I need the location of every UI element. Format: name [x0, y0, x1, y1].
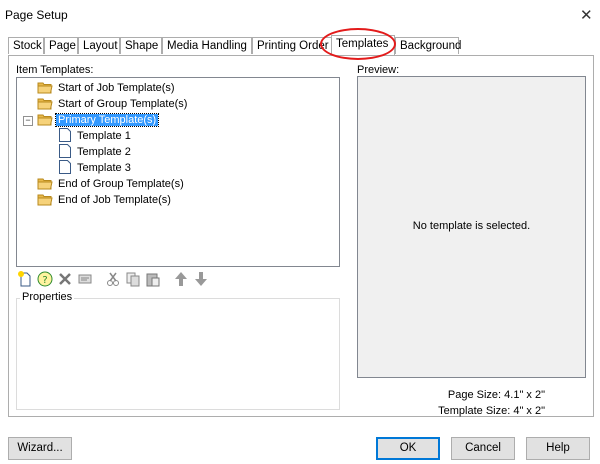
paste-icon[interactable] — [144, 270, 162, 288]
tree-node-end-of-group[interactable]: End of Group Template(s) — [37, 176, 186, 192]
preview-message: No template is selected. — [412, 220, 531, 232]
folder-icon — [37, 98, 53, 110]
folder-open-icon — [37, 114, 53, 126]
collapse-expander-icon[interactable]: − — [23, 116, 33, 126]
close-button[interactable]: ✕ — [580, 6, 593, 24]
tree-node-template-1[interactable]: Template 1 — [59, 128, 133, 144]
preview-label: Preview: — [357, 64, 400, 76]
tree-node-template-2[interactable]: Template 2 — [59, 144, 133, 160]
tab-stock[interactable]: Stock — [8, 37, 44, 54]
cut-icon[interactable] — [104, 270, 122, 288]
page-size-text: Page Size: 4.1" x 2" — [447, 389, 545, 401]
tab-printing-order[interactable]: Printing Order — [252, 37, 333, 54]
new-template-icon[interactable] — [16, 270, 34, 288]
item-templates-label: Item Templates: — [16, 64, 94, 76]
wizard-button[interactable]: Wizard... — [8, 437, 72, 460]
folder-icon — [37, 194, 53, 206]
tree-node-template-3[interactable]: Template 3 — [59, 160, 133, 176]
folder-icon — [37, 82, 53, 94]
delete-icon[interactable] — [56, 270, 74, 288]
document-icon — [59, 128, 71, 142]
document-icon — [59, 160, 71, 174]
tree-node-label: Primary Template(s) — [54, 113, 160, 127]
window-title: Page Setup — [5, 8, 68, 22]
tree-node-label: Template 2 — [77, 146, 131, 158]
svg-text:?: ? — [42, 275, 47, 286]
tree-node-label: End of Job Template(s) — [58, 194, 171, 206]
move-down-icon[interactable] — [192, 270, 210, 288]
tree-node-primary[interactable]: Primary Template(s) — [37, 112, 160, 128]
help-button[interactable]: Help — [526, 437, 590, 460]
cancel-button[interactable]: Cancel — [451, 437, 515, 460]
tab-layout[interactable]: Layout — [78, 37, 120, 54]
template-size-text: Template Size: 4" x 2" — [438, 405, 545, 417]
tree-node-end-of-job[interactable]: End of Job Template(s) — [37, 192, 173, 208]
tree-node-label: Start of Job Template(s) — [58, 82, 175, 94]
tab-background[interactable]: Background — [395, 37, 461, 54]
ok-button[interactable]: OK — [376, 437, 440, 460]
properties-icon[interactable] — [76, 270, 94, 288]
tree-node-label: Template 3 — [77, 162, 131, 174]
tab-templates[interactable]: Templates — [331, 35, 395, 55]
tree-node-start-of-group[interactable]: Start of Group Template(s) — [37, 96, 189, 112]
document-icon — [59, 144, 71, 158]
tree-node-label: End of Group Template(s) — [58, 178, 184, 190]
folder-icon — [37, 178, 53, 190]
tab-shape[interactable]: Shape — [120, 37, 162, 54]
item-templates-tree[interactable]: Start of Job Template(s) Start of Group … — [16, 77, 340, 267]
properties-group — [16, 298, 340, 410]
tab-page[interactable]: Page — [44, 37, 78, 54]
help-template-icon[interactable]: ? — [36, 270, 54, 288]
tree-node-label: Start of Group Template(s) — [58, 98, 188, 110]
tree-node-start-of-job[interactable]: Start of Job Template(s) — [37, 80, 177, 96]
tree-node-label: Template 1 — [77, 130, 131, 142]
properties-label: Properties — [20, 291, 75, 303]
copy-icon[interactable] — [124, 270, 142, 288]
tab-media-handling[interactable]: Media Handling — [162, 37, 252, 54]
move-up-icon[interactable] — [172, 270, 190, 288]
